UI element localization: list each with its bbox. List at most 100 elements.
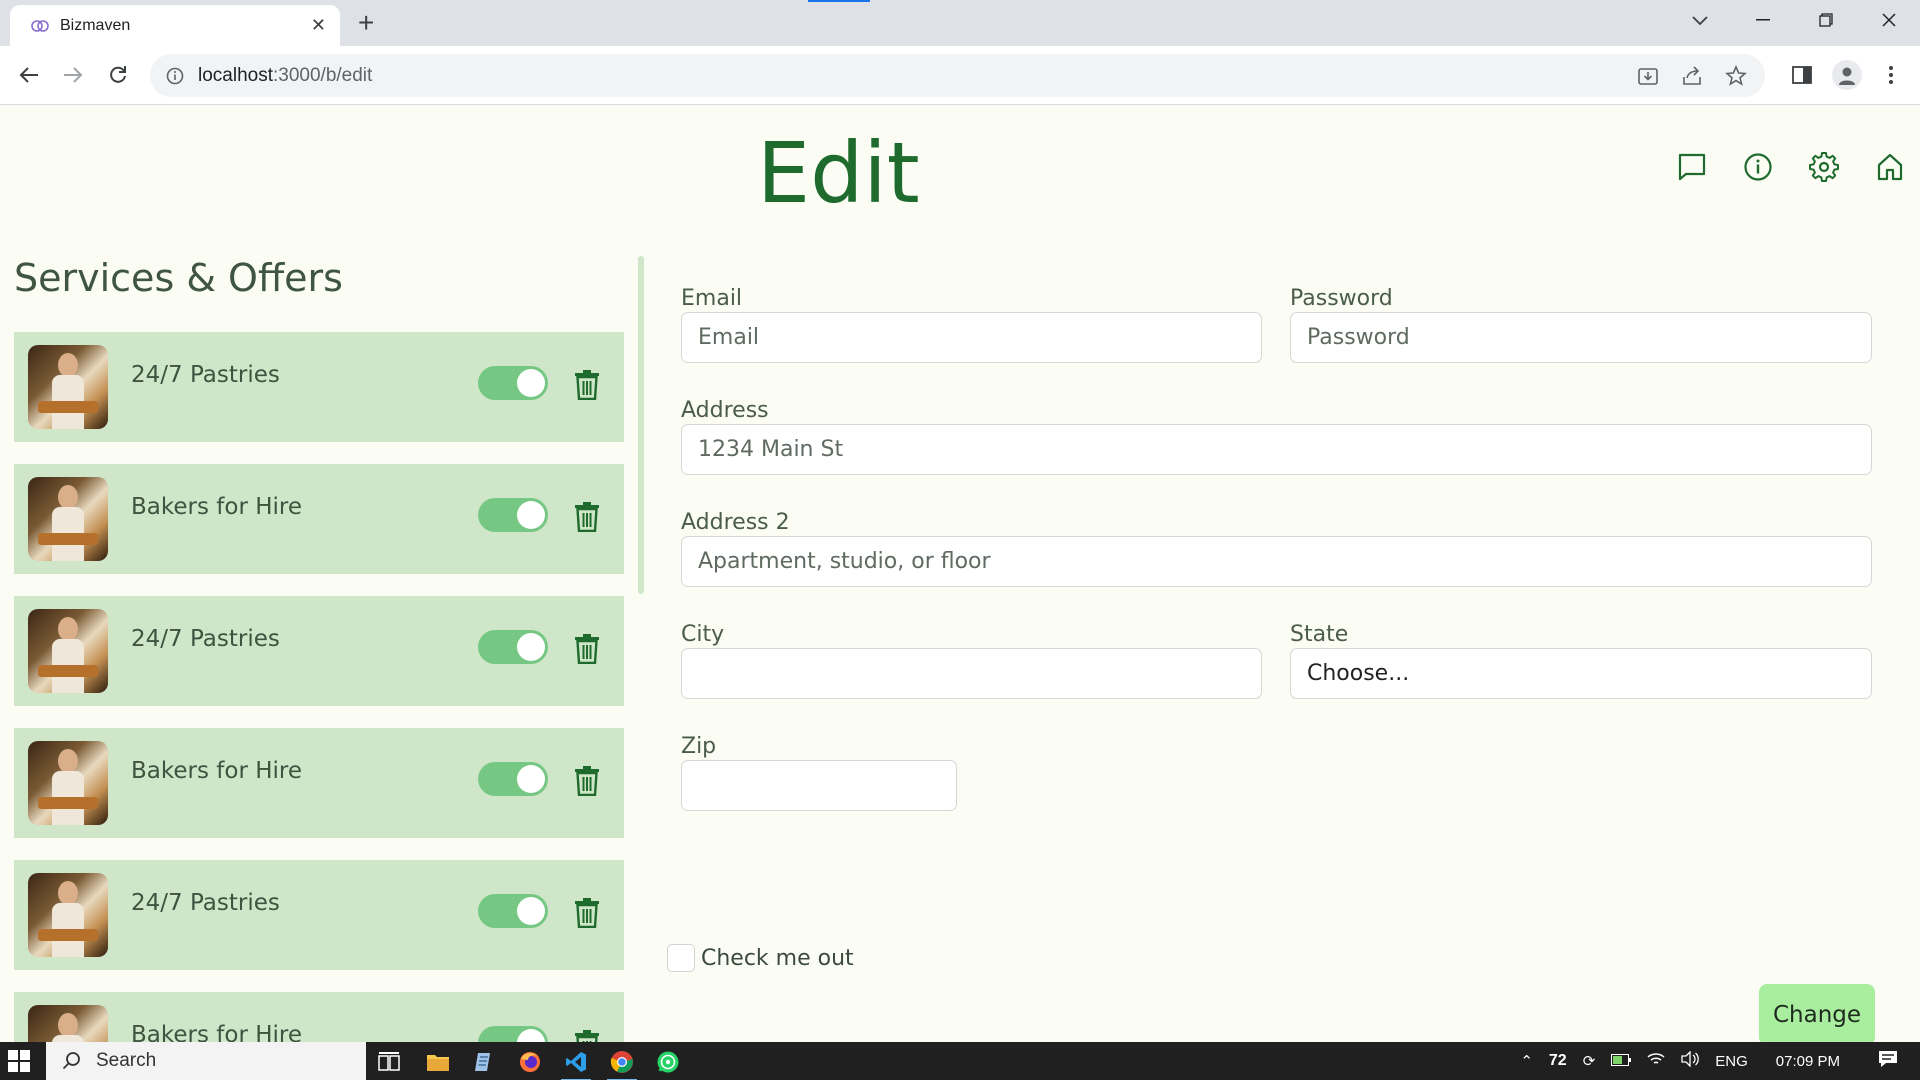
reload-button[interactable] [101,58,135,92]
home-icon[interactable] [1873,150,1907,184]
site-info-icon[interactable] [166,67,184,85]
service-item[interactable]: Bakers for Hire [14,464,624,574]
password-label: Password [1290,286,1393,311]
service-item[interactable]: Bakers for Hire [14,992,624,1042]
file-explorer-icon[interactable] [419,1046,457,1078]
service-item[interactable]: 24/7 Pastries [14,596,624,706]
service-label: Bakers for Hire [131,494,302,520]
service-item[interactable]: Bakers for Hire [14,728,624,838]
tray-chevron-up-icon[interactable]: ⌃ [1520,1052,1533,1070]
install-app-icon[interactable] [1633,62,1663,90]
language-indicator[interactable]: ENG [1715,1053,1748,1070]
address2-input[interactable]: Apartment, studio, or floor [681,536,1872,587]
app-page: Edit Services & Offers 24/7 Pastries Bake… [0,106,1920,1042]
service-enabled-toggle[interactable] [478,894,548,928]
trash-icon[interactable] [574,766,600,796]
service-item[interactable]: 24/7 Pastries [14,332,624,442]
bizmaven-favicon-icon [31,19,49,32]
tab-close-icon[interactable]: ✕ [311,15,326,36]
service-thumbnail [28,477,108,561]
city-input[interactable] [681,648,1262,699]
url-host: localhost [198,64,273,86]
service-thumbnail [28,609,108,693]
side-panel-icon[interactable] [1785,58,1819,92]
service-thumbnail [28,1005,108,1042]
tab-loading-indicator [808,0,870,2]
service-label: Bakers for Hire [131,758,302,784]
share-icon[interactable] [1677,62,1707,90]
profile-avatar[interactable] [1830,58,1864,92]
taskbar-search[interactable]: Search [46,1042,366,1080]
check-me-out-label: Check me out [701,945,854,971]
close-window-button[interactable] [1857,0,1920,40]
weather-temperature[interactable]: 72 [1549,1052,1567,1070]
service-enabled-toggle[interactable] [478,630,548,664]
city-label: City [681,622,725,647]
check-me-out-row[interactable]: Check me out [667,944,854,972]
trash-icon[interactable] [574,1030,600,1042]
browser-toolbar: localhost:3000/b/edit [0,46,1920,105]
service-enabled-toggle[interactable] [478,366,548,400]
email-label: Email [681,286,743,311]
browser-menu-icon[interactable] [1874,58,1908,92]
tab-search-chevron-icon[interactable] [1685,9,1715,33]
chrome-icon[interactable] [603,1046,641,1080]
services-list: 24/7 Pastries Bakers for Hire 24/7 Pastrie… [14,332,624,1042]
wifi-icon[interactable] [1647,1052,1665,1070]
service-label: Bakers for Hire [131,1022,302,1042]
page-title: Edit [757,124,920,222]
address-input[interactable]: 1234 Main St [681,424,1872,475]
battery-icon[interactable] [1611,1053,1632,1070]
vscode-icon[interactable] [557,1046,595,1080]
service-enabled-toggle[interactable] [478,1026,548,1042]
browser-tab[interactable]: Bizmaven ✕ [10,5,340,46]
trash-icon[interactable] [574,370,600,400]
trash-icon[interactable] [574,898,600,928]
trash-icon[interactable] [574,634,600,664]
service-item[interactable]: 24/7 Pastries [14,860,624,970]
chat-icon[interactable] [1675,150,1709,184]
back-button[interactable] [12,58,46,92]
address2-label: Address 2 [681,510,790,535]
clock[interactable]: 07:09 PM [1776,1053,1840,1070]
info-icon[interactable] [1741,150,1775,184]
address-bar[interactable]: localhost:3000/b/edit [150,54,1765,97]
service-label: 24/7 Pastries [131,362,280,388]
restore-button[interactable] [1794,0,1857,40]
taskbar-search-label: Search [96,1050,157,1071]
service-label: 24/7 Pastries [131,890,280,916]
settings-gear-icon[interactable] [1807,150,1841,184]
email-input[interactable]: Email [681,312,1262,363]
new-tab-button[interactable]: + [358,8,374,38]
zip-input[interactable] [681,760,957,811]
notification-icon[interactable] [1878,1050,1898,1072]
minimize-button[interactable] [1731,0,1794,40]
check-me-out-checkbox[interactable] [667,944,695,972]
search-icon [62,1052,80,1070]
address-label: Address [681,398,769,423]
volume-icon[interactable] [1681,1050,1700,1071]
state-select[interactable]: Choose... [1290,648,1872,699]
url-text: localhost:3000/b/edit [198,65,372,87]
bookmark-star-icon[interactable] [1721,62,1751,90]
services-scrollbar[interactable] [638,256,644,594]
firefox-icon[interactable] [511,1046,549,1078]
url-path: :3000/b/edit [273,64,373,86]
task-view-icon[interactable] [370,1046,408,1078]
windows-start-icon[interactable] [8,1050,30,1072]
password-input[interactable]: Password [1290,312,1872,363]
whatsapp-icon[interactable] [649,1046,687,1078]
zip-label: Zip [681,734,717,759]
system-tray: ⌃ 72 ⟳ ENG 07:09 PM [1512,1042,1920,1080]
section-title: Services & Offers [14,256,343,300]
forward-button[interactable] [56,58,90,92]
trash-icon[interactable] [574,502,600,532]
service-enabled-toggle[interactable] [478,762,548,796]
notepad-icon[interactable] [465,1046,503,1078]
tab-title: Bizmaven [60,16,131,34]
service-enabled-toggle[interactable] [478,498,548,532]
state-label: State [1290,622,1349,647]
browser-tabstrip: Bizmaven ✕ + [0,0,1920,46]
tray-app-icon[interactable]: ⟳ [1583,1052,1596,1070]
change-button[interactable]: Change [1759,984,1875,1042]
